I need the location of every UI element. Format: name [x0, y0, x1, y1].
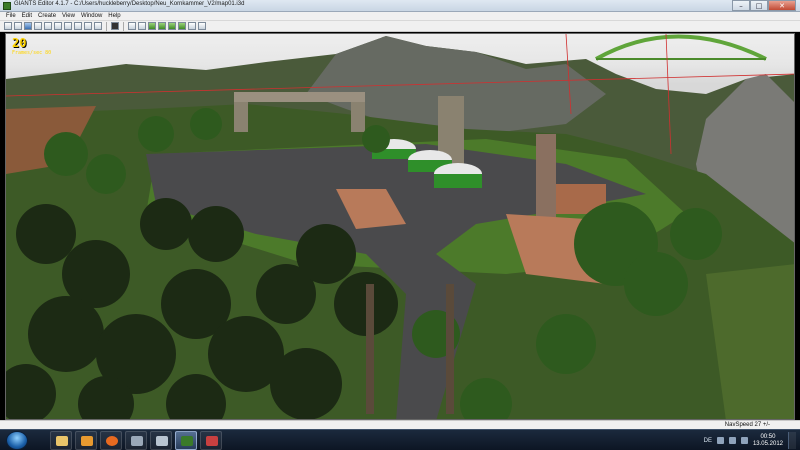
bridge-arch [595, 34, 767, 61]
cut-icon[interactable] [34, 22, 42, 30]
fps-counter: 20 [12, 36, 27, 50]
show-desktop-button[interactable] [788, 432, 796, 449]
undo-icon[interactable] [74, 22, 82, 30]
clock-date: 13.05.2012 [752, 440, 783, 447]
system-tray: DE 00:50 13.05.2012 [704, 432, 796, 449]
firefox-icon [106, 436, 118, 446]
minimize-button[interactable]: – [732, 0, 750, 11]
move-tool-icon[interactable] [138, 22, 146, 30]
camera-icon[interactable] [188, 22, 196, 30]
menu-create[interactable]: Create [38, 12, 56, 20]
fps-label: Frames/sec 80 [12, 50, 52, 56]
toolbar-separator [106, 21, 107, 31]
network-task[interactable] [125, 431, 147, 450]
start-button[interactable] [6, 431, 28, 450]
menu-help[interactable]: Help [108, 12, 120, 20]
refresh-icon[interactable] [94, 22, 102, 30]
clock-time: 00:50 [760, 433, 776, 440]
wall [366, 284, 374, 414]
clock[interactable]: 00:50 13.05.2012 [753, 434, 783, 448]
app-icon [3, 2, 11, 10]
nav-speed-readout: NavSpeed 27 +/- [724, 422, 770, 428]
volume-tray-icon[interactable] [740, 437, 748, 444]
window-controls: – □ ✕ [732, 0, 796, 12]
open-file-icon[interactable] [14, 22, 22, 30]
menu-edit[interactable]: Edit [22, 12, 32, 20]
zoom-icon[interactable] [198, 22, 206, 30]
folder-icon [56, 436, 68, 446]
menu-window[interactable]: Window [81, 12, 102, 20]
media-player-task[interactable] [75, 431, 97, 450]
explorer-task[interactable] [50, 431, 72, 450]
terrain-paint-icon[interactable] [158, 22, 166, 30]
foliage-paint-icon[interactable] [168, 22, 176, 30]
toolbar [0, 21, 800, 32]
sound-task[interactable] [150, 431, 172, 450]
image-icon [206, 436, 218, 446]
redo-icon[interactable] [84, 22, 92, 30]
network-tray-icon[interactable] [728, 437, 736, 444]
terrain-sculpt-icon[interactable] [148, 22, 156, 30]
select-tool-icon[interactable] [128, 22, 136, 30]
detail-layer-icon[interactable] [178, 22, 186, 30]
close-button[interactable]: ✕ [768, 0, 796, 11]
maximize-button[interactable]: □ [750, 0, 768, 11]
firefox-task[interactable] [100, 431, 122, 450]
speaker-icon [156, 436, 168, 446]
copy-icon[interactable] [44, 22, 52, 30]
save-icon[interactable] [24, 22, 32, 30]
status-bar: NavSpeed 27 +/- [0, 420, 800, 429]
gate-beam [234, 92, 365, 102]
screenshot-task[interactable] [200, 431, 222, 450]
new-file-icon[interactable] [4, 22, 12, 30]
network-icon [131, 436, 143, 446]
giants-editor-task[interactable] [175, 431, 197, 450]
menu-bar: File Edit Create View Window Help [0, 12, 800, 21]
taskbar: DE 00:50 13.05.2012 [0, 429, 800, 450]
title-bar: GIANTS Editor 4.1.7 - C:/Users/huckleber… [0, 0, 800, 12]
silo [434, 174, 482, 188]
scene-viewport[interactable]: 20 Frames/sec 80 [5, 33, 795, 420]
delete-icon[interactable] [64, 22, 72, 30]
window-title: GIANTS Editor 4.1.7 - C:/Users/huckleber… [14, 1, 245, 7]
play-icon[interactable] [111, 22, 119, 30]
giants-editor-icon [181, 436, 193, 446]
paste-icon[interactable] [54, 22, 62, 30]
menu-file[interactable]: File [6, 12, 16, 20]
chimney [536, 134, 556, 224]
toolbar-separator [123, 21, 124, 31]
play-icon [81, 436, 93, 446]
wall [446, 284, 454, 414]
scene-render [6, 34, 794, 419]
tray-arrow-icon[interactable] [716, 437, 724, 444]
menu-view[interactable]: View [62, 12, 75, 20]
taskbar-apps [50, 431, 222, 450]
language-indicator[interactable]: DE [704, 438, 712, 444]
